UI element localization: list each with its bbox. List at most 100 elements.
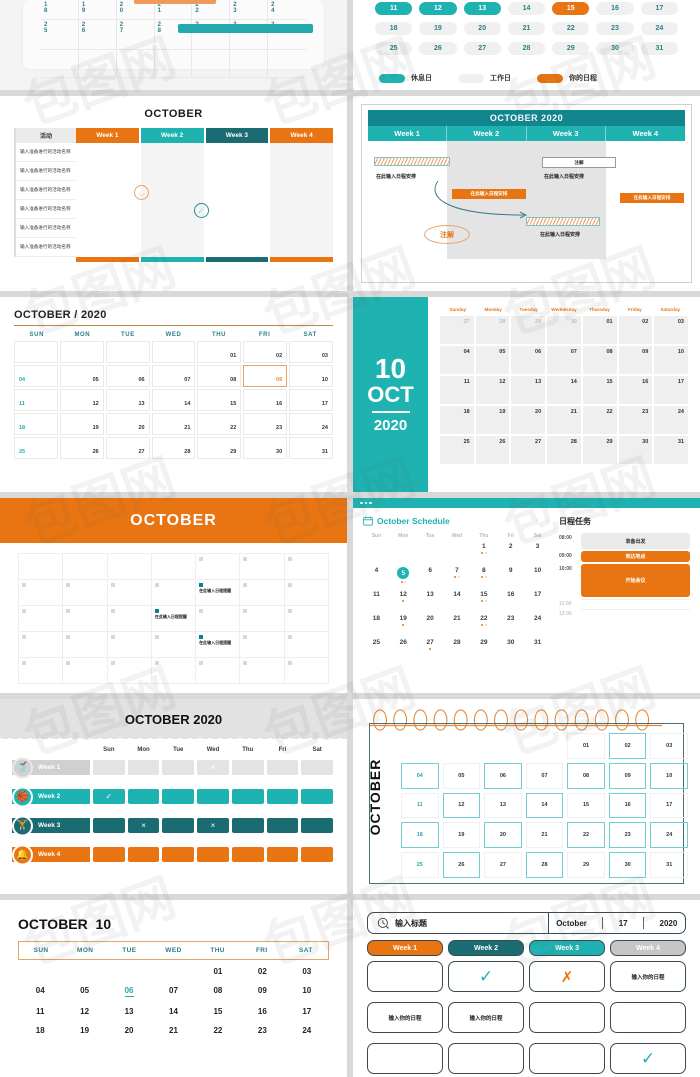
sketch-week-header[interactable]: Week 4: [610, 940, 686, 956]
app-day-cell[interactable]: 28: [444, 637, 471, 661]
teal-day-cell[interactable]: 13: [511, 376, 546, 404]
teal-day-cell[interactable]: 29: [511, 316, 546, 344]
plain-day-cell[interactable]: [62, 967, 106, 976]
week-row-cell[interactable]: [162, 818, 195, 833]
teal-day-cell[interactable]: 10: [654, 346, 688, 374]
orange-day-cell[interactable]: [63, 580, 108, 606]
orange-day-cell[interactable]: [284, 606, 329, 632]
spiral-day-cell[interactable]: 03: [650, 733, 688, 759]
teal-day-cell[interactable]: 02: [618, 316, 653, 344]
sketch-cell[interactable]: ✓: [610, 1043, 686, 1074]
week-row-cell[interactable]: [266, 789, 299, 804]
plain-day-cell[interactable]: 18: [18, 1026, 62, 1035]
spiral-day-cell[interactable]: 26: [442, 852, 481, 878]
week-row-cell[interactable]: [301, 760, 333, 775]
plain-day-cell[interactable]: 19: [62, 1026, 106, 1035]
plain-day-cell[interactable]: 21: [151, 1026, 195, 1035]
orange-day-cell[interactable]: [107, 580, 152, 606]
spiral-day-cell[interactable]: 01: [567, 733, 605, 759]
app-day-cell[interactable]: 4: [363, 565, 390, 589]
plain-day-cell[interactable]: 14: [151, 1007, 195, 1016]
day-pill[interactable]: 17: [640, 2, 678, 15]
plain-day-cell[interactable]: 23: [240, 1026, 284, 1035]
teal-day-cell[interactable]: 21: [547, 406, 581, 434]
orange-day-cell[interactable]: [63, 632, 108, 658]
app-day-cell[interactable]: 30: [497, 637, 524, 661]
app-day-cell[interactable]: 18: [363, 613, 390, 637]
week-row-cell[interactable]: [162, 789, 195, 804]
app-day-cell[interactable]: [363, 541, 390, 565]
teal-day-cell[interactable]: 04: [440, 346, 474, 374]
week-row-cell[interactable]: [301, 818, 333, 833]
gantt-week-header[interactable]: Week 3: [527, 126, 606, 141]
spiral-day-cell[interactable]: 19: [442, 822, 481, 849]
teal-day-cell[interactable]: 18: [440, 406, 474, 434]
sketch-cell[interactable]: [610, 1002, 686, 1033]
spiral-day-cell[interactable]: 09: [608, 762, 647, 789]
week-row-cell[interactable]: [266, 847, 299, 862]
spiral-day-cell[interactable]: 15: [567, 792, 605, 819]
spiral-day-cell[interactable]: 16: [608, 792, 647, 819]
day-pill[interactable]: 18: [375, 22, 413, 35]
orange-day-cell[interactable]: [284, 632, 329, 658]
week-row-label[interactable]: 🏋 Week 3: [12, 815, 90, 836]
app-day-cell[interactable]: 3: [524, 541, 551, 565]
plain-day-cell[interactable]: 17: [285, 1007, 329, 1016]
week-row-cell[interactable]: [301, 847, 333, 862]
sketch-cell[interactable]: ✗: [529, 961, 605, 992]
activity-week-col[interactable]: [140, 143, 204, 257]
app-day-cell[interactable]: 6: [417, 565, 444, 589]
teal-day-cell[interactable]: 26: [475, 436, 510, 464]
reminder-note[interactable]: 在此输入日程提醒: [199, 640, 236, 645]
teal-day-cell[interactable]: 11: [440, 376, 474, 404]
plain-day-cell[interactable]: 22: [196, 1026, 240, 1035]
orange-day-cell[interactable]: [240, 658, 285, 684]
app-day-cell[interactable]: 21: [444, 613, 471, 637]
app-day-cell[interactable]: 15: [470, 589, 497, 613]
teal-day-cell[interactable]: 09: [618, 346, 653, 374]
orange-day-cell[interactable]: [240, 632, 285, 658]
week-row-cell[interactable]: [197, 847, 229, 862]
classic-day-cell[interactable]: 30: [243, 437, 288, 460]
spiral-day-cell[interactable]: 04: [401, 762, 439, 789]
orange-day-cell[interactable]: [63, 606, 108, 632]
classic-day-cell[interactable]: [14, 341, 58, 364]
reminder-note[interactable]: 在此输入日程提醒: [199, 588, 236, 593]
classic-day-cell[interactable]: 25: [14, 437, 58, 460]
plain-day-cell[interactable]: 01: [196, 967, 240, 976]
plain-day-cell[interactable]: 12: [62, 1007, 106, 1016]
day-pill[interactable]: 21: [507, 22, 546, 35]
panel-classic-calendar[interactable]: OCTOBER / 2020 SUN MON TUE WED THU FRI SAT 01 0…: [0, 297, 347, 492]
spiral-day-cell[interactable]: 23: [608, 822, 647, 849]
app-day-cell[interactable]: 20: [417, 613, 444, 637]
orange-day-cell[interactable]: [19, 632, 64, 658]
week-row[interactable]: 🥤 Week 1 ×: [12, 755, 333, 780]
activity-week-header[interactable]: Week 2: [140, 128, 204, 143]
orange-day-cell[interactable]: [19, 580, 64, 606]
orange-day-cell[interactable]: [284, 658, 329, 684]
plain-day-cell[interactable]: [18, 967, 62, 976]
panel-sketch-weeks[interactable]: 输入标题 October 17 2020 Week 1 Week 2 Week 3W…: [353, 900, 700, 1077]
week-row-cell[interactable]: [231, 847, 264, 862]
spiral-day-cell[interactable]: 22: [567, 822, 605, 849]
app-day-cell[interactable]: 16: [497, 589, 524, 613]
orange-day-cell[interactable]: [240, 554, 285, 580]
plain-day-cell[interactable]: 20: [107, 1026, 151, 1035]
day-pill[interactable]: 23: [596, 22, 634, 35]
orange-day-cell[interactable]: [151, 658, 197, 684]
teal-day-cell[interactable]: 30: [547, 316, 581, 344]
teal-day-cell[interactable]: 27: [511, 436, 546, 464]
week-row-cell[interactable]: ×: [197, 818, 229, 833]
app-day-cell[interactable]: 1: [470, 541, 497, 565]
app-day-cell[interactable]: 31: [524, 637, 551, 661]
spiral-day-cell[interactable]: [484, 733, 522, 759]
gantt-week-header[interactable]: Week 2: [447, 126, 527, 141]
week-row-cell[interactable]: [266, 760, 299, 775]
activity-week-col[interactable]: [76, 143, 139, 257]
orange-day-cell[interactable]: [284, 554, 329, 580]
classic-day-cell[interactable]: [105, 341, 150, 364]
plain-day-cell[interactable]: 04: [18, 986, 62, 997]
classic-day-cell[interactable]: 27: [105, 437, 150, 460]
orange-day-cell[interactable]: [196, 606, 241, 632]
teal-day-cell[interactable]: 24: [654, 406, 688, 434]
